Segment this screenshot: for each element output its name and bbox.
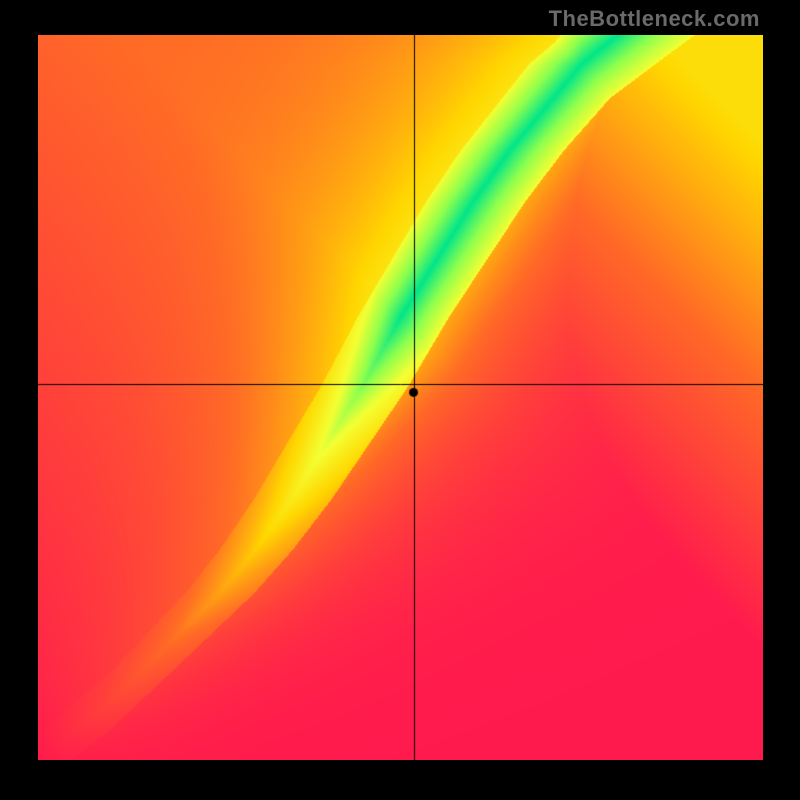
chart-frame: TheBottleneck.com bbox=[0, 0, 800, 800]
plot-area bbox=[38, 35, 763, 760]
watermark-text: TheBottleneck.com bbox=[549, 6, 760, 32]
heatmap-canvas bbox=[38, 35, 763, 760]
